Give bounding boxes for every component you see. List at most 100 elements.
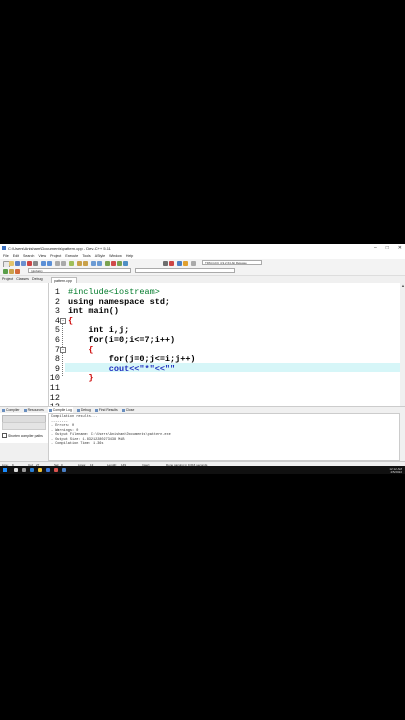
window-title: C:\Users\Anisham\Documents\pattern.cpp -… (8, 246, 111, 251)
fold-toggle-icon[interactable]: − (60, 318, 66, 324)
open-folder-icon[interactable] (9, 260, 14, 266)
check-syntax-icon[interactable] (191, 260, 196, 266)
devcpp-taskbar-icon[interactable] (62, 468, 66, 472)
code-line: int i,j; (68, 325, 130, 336)
shorten-paths-option[interactable]: Shorten compiler paths (2, 433, 43, 438)
insert-icon[interactable] (83, 260, 88, 266)
windows-taskbar: 12:12 AM 4/5/2022 (0, 466, 405, 474)
find-icon[interactable] (55, 260, 60, 266)
code-line: using namespace std; (68, 296, 171, 307)
tab-classes[interactable]: Classes (16, 276, 29, 283)
log-line: - Output Size: 1.83212280273438 MiB (51, 437, 125, 442)
file-explorer-icon[interactable] (38, 468, 42, 472)
file-tabs: pattern.cpp (49, 276, 405, 283)
left-panel-tabs: Project Classes Debug (0, 276, 48, 283)
title-bar: C:\Users\Anisham\Documents\pattern.cpp -… (0, 244, 405, 253)
compile-log-output[interactable]: Compilation results... -------- - Errors… (48, 413, 400, 461)
tab-project[interactable]: Project (2, 276, 13, 283)
code-editor[interactable]: 1 2 3 4 5 6 7 8 9 10 11 12 13 − − #inclu… (49, 283, 400, 406)
code-line: for(i=0;i<=7;i++) (68, 335, 176, 345)
goto-icon[interactable] (69, 260, 74, 266)
new-project-icon[interactable] (77, 260, 82, 266)
fold-guide (62, 352, 63, 376)
editor-scrollbar[interactable]: ▲ (400, 283, 405, 406)
devcpp-app-icon (2, 246, 6, 250)
close-button[interactable]: ✕ (398, 245, 402, 251)
debug-tab-icon (76, 408, 80, 412)
screenshot-area: C:\Users\Anisham\Documents\pattern.cpp -… (0, 244, 405, 474)
task-view-icon[interactable] (22, 468, 26, 472)
close-tab-icon (121, 408, 125, 412)
compiler-select[interactable]: TDM-GCC 4.9.2 64-bit Release (202, 260, 262, 265)
stop-icon[interactable] (169, 260, 174, 266)
find-results-icon (94, 408, 98, 412)
shorten-paths-label: Shorten compiler paths (8, 433, 43, 438)
toggle-bookmark-icon[interactable] (91, 260, 96, 266)
debug-icon[interactable] (163, 260, 168, 266)
line-number: 5 (54, 325, 60, 336)
member-select[interactable] (135, 268, 235, 273)
line-number: 10 (49, 373, 60, 384)
code-line: { (68, 315, 74, 326)
log-line: Compilation results... (51, 415, 98, 419)
goto-bookmark-icon[interactable] (97, 260, 102, 266)
insert-snippet-icon[interactable] (9, 268, 14, 274)
secondary-toolbar: (globals) (0, 267, 405, 276)
code-line: #include<iostream> (68, 287, 160, 297)
compiler-icon (2, 408, 5, 412)
close-file-icon[interactable] (27, 260, 32, 266)
code-line: { (68, 344, 94, 355)
save-all-icon[interactable] (21, 260, 26, 266)
print-icon[interactable] (33, 260, 38, 266)
line-number: 9 (54, 363, 60, 374)
run-icon[interactable] (111, 260, 116, 266)
fold-toggle-icon[interactable]: − (60, 347, 66, 353)
minimize-button[interactable]: – (374, 245, 377, 251)
edge-browser-icon[interactable] (30, 468, 34, 472)
code-line: cout<<"*"<<"" (68, 363, 176, 374)
compile-log-controls: Shorten compiler paths (0, 413, 48, 461)
line-number: 3 (54, 306, 60, 317)
compile-log-icon (48, 408, 52, 412)
line-number: 6 (54, 335, 60, 345)
line-number: 7 (54, 344, 60, 355)
chart-icon[interactable] (183, 260, 188, 266)
maximize-button[interactable]: □ (386, 245, 389, 251)
code-line: for(j=0;j<=i;j++) (68, 354, 196, 365)
fold-guide (62, 323, 63, 347)
resources-icon (23, 408, 27, 412)
scroll-up-icon[interactable]: ▲ (401, 283, 405, 288)
profile-icon[interactable] (177, 260, 182, 266)
clock-date: 4/5/2022 (390, 469, 402, 474)
rebuild-icon[interactable] (123, 260, 128, 266)
code-line: } (68, 373, 94, 384)
line-number: 2 (54, 296, 60, 307)
line-number: 12 (49, 392, 60, 403)
window-controls: – □ ✕ (374, 245, 402, 251)
undo-icon[interactable] (41, 260, 46, 266)
toggle-icon[interactable] (15, 268, 20, 274)
line-number: 11 (49, 383, 60, 393)
tab-debug[interactable]: Debug (32, 276, 43, 283)
log-line: - Warnings: 0 (51, 428, 79, 433)
shorten-paths-checkbox[interactable] (2, 433, 7, 438)
replace-icon[interactable] (61, 260, 66, 266)
scope-select[interactable]: (globals) (28, 268, 131, 273)
bottom-panel-tabs: Compiler Resources Compile Log Debug Fin… (0, 406, 405, 413)
chrome-icon[interactable] (54, 468, 58, 472)
log-line: - Output Filename: C:\Users\Anisham\Docu… (51, 433, 171, 437)
store-icon[interactable] (46, 468, 50, 472)
windows-start-icon[interactable] (3, 468, 7, 472)
class-browser-icon[interactable] (3, 268, 8, 274)
log-line: - Errors: 0 (51, 424, 75, 428)
search-icon[interactable] (14, 468, 18, 472)
compile-run-icon[interactable] (117, 260, 122, 266)
compile-icon[interactable] (105, 260, 110, 266)
system-tray-clock[interactable]: 12:12 AM 4/5/2022 (389, 467, 402, 474)
log-line: -------- (51, 419, 68, 424)
line-number: 1 (54, 287, 60, 297)
save-icon[interactable] (15, 260, 20, 266)
redo-icon[interactable] (47, 260, 52, 266)
secondary-button[interactable] (2, 422, 46, 430)
line-number: 4 (54, 315, 60, 326)
